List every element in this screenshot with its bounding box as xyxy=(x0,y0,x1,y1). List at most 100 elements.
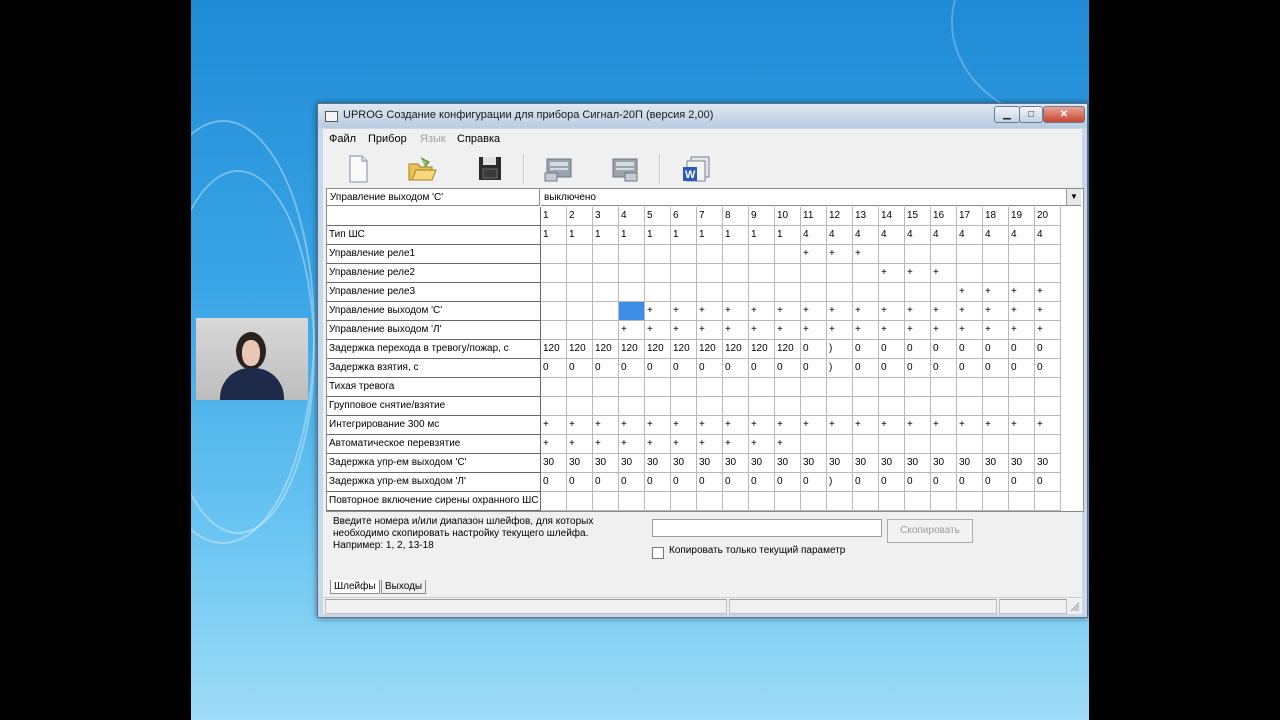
grid-cell[interactable]: 120 xyxy=(723,340,749,359)
grid-cell[interactable]: 0 xyxy=(1009,340,1035,359)
column-header[interactable]: 4 xyxy=(619,207,645,226)
grid-cell[interactable]: + xyxy=(541,435,567,454)
grid-cell[interactable]: 0 xyxy=(567,473,593,492)
grid-cell[interactable] xyxy=(697,397,723,416)
grid-cell[interactable]: 0 xyxy=(879,359,905,378)
grid-cell[interactable]: 0 xyxy=(957,473,983,492)
copy-loops-input[interactable] xyxy=(652,519,882,537)
column-header[interactable]: 18 xyxy=(983,207,1009,226)
grid-cell[interactable]: 0 xyxy=(749,473,775,492)
grid-cell[interactable] xyxy=(593,283,619,302)
grid-cell[interactable] xyxy=(697,378,723,397)
grid-cell[interactable] xyxy=(593,245,619,264)
grid-cell[interactable] xyxy=(775,378,801,397)
column-header[interactable]: 15 xyxy=(905,207,931,226)
grid-cell[interactable] xyxy=(1009,435,1035,454)
export-word-icon[interactable]: W xyxy=(679,153,713,185)
grid-cell[interactable]: 30 xyxy=(827,454,853,473)
grid-cell[interactable] xyxy=(671,245,697,264)
grid-cell[interactable] xyxy=(697,492,723,511)
grid-cell[interactable]: + xyxy=(645,435,671,454)
grid-cell[interactable] xyxy=(541,302,567,321)
grid-cell[interactable] xyxy=(905,492,931,511)
grid-cell[interactable]: + xyxy=(697,321,723,340)
grid-cell[interactable] xyxy=(593,378,619,397)
menu-device[interactable]: Прибор xyxy=(368,133,407,145)
grid-cell[interactable]: 1 xyxy=(619,226,645,245)
grid-cell[interactable] xyxy=(749,492,775,511)
row-label[interactable]: Задержка взятия, с xyxy=(327,359,541,378)
grid-cell[interactable] xyxy=(1035,245,1061,264)
column-header[interactable]: 12 xyxy=(827,207,853,226)
grid-cell[interactable]: 120 xyxy=(567,340,593,359)
grid-cell[interactable]: 30 xyxy=(697,454,723,473)
grid-cell[interactable] xyxy=(827,264,853,283)
grid-cell[interactable]: + xyxy=(723,321,749,340)
grid-cell[interactable] xyxy=(853,435,879,454)
grid-cell[interactable]: + xyxy=(1009,321,1035,340)
grid-cell[interactable] xyxy=(541,378,567,397)
grid-cell[interactable]: + xyxy=(1035,416,1061,435)
grid-cell[interactable]: 30 xyxy=(983,454,1009,473)
grid-cell[interactable] xyxy=(723,283,749,302)
copy-button[interactable]: Скопировать xyxy=(887,519,973,543)
grid-cell[interactable]: 0 xyxy=(775,359,801,378)
column-header[interactable]: 20 xyxy=(1035,207,1061,226)
grid-cell[interactable]: 0 xyxy=(593,359,619,378)
grid-cell[interactable]: + xyxy=(931,302,957,321)
grid-cell[interactable] xyxy=(879,378,905,397)
grid-cell[interactable]: + xyxy=(1009,416,1035,435)
row-label[interactable]: Управление реле3 xyxy=(327,283,541,302)
grid-cell[interactable] xyxy=(801,264,827,283)
grid-cell[interactable]: + xyxy=(619,416,645,435)
grid-cell[interactable]: + xyxy=(957,302,983,321)
grid-cell[interactable] xyxy=(879,397,905,416)
grid-cell[interactable]: + xyxy=(749,302,775,321)
grid-cell[interactable] xyxy=(619,283,645,302)
grid-cell[interactable]: 30 xyxy=(645,454,671,473)
grid-cell[interactable] xyxy=(801,283,827,302)
grid-cell[interactable] xyxy=(853,378,879,397)
grid-cell[interactable]: 1 xyxy=(567,226,593,245)
grid-cell[interactable] xyxy=(801,397,827,416)
grid-cell[interactable]: + xyxy=(593,416,619,435)
grid-cell[interactable]: 0 xyxy=(749,359,775,378)
grid-cell[interactable]: 0 xyxy=(983,340,1009,359)
grid-cell[interactable] xyxy=(1035,492,1061,511)
column-header[interactable]: 1 xyxy=(541,207,567,226)
grid-cell[interactable] xyxy=(593,264,619,283)
grid-cell[interactable] xyxy=(1035,264,1061,283)
grid-cell[interactable] xyxy=(905,245,931,264)
grid-cell[interactable]: 4 xyxy=(801,226,827,245)
open-folder-icon[interactable] xyxy=(405,153,439,185)
grid-cell[interactable] xyxy=(671,397,697,416)
grid-cell[interactable] xyxy=(931,492,957,511)
row-label[interactable]: Задержка перехода в тревогу/пожар, с xyxy=(327,340,541,359)
grid-cell[interactable]: 1 xyxy=(671,226,697,245)
grid-cell[interactable] xyxy=(775,283,801,302)
menu-file[interactable]: Файл xyxy=(329,133,356,145)
grid-cell[interactable] xyxy=(905,397,931,416)
grid-cell[interactable]: + xyxy=(983,321,1009,340)
grid-cell[interactable]: 30 xyxy=(671,454,697,473)
grid-cell[interactable]: 30 xyxy=(567,454,593,473)
grid-cell[interactable] xyxy=(983,435,1009,454)
column-header[interactable]: 5 xyxy=(645,207,671,226)
grid-cell[interactable]: 0 xyxy=(775,473,801,492)
grid-cell[interactable] xyxy=(853,283,879,302)
grid-cell[interactable] xyxy=(567,264,593,283)
row-label[interactable]: Интегрирование 300 мс xyxy=(327,416,541,435)
grid-cell[interactable]: 30 xyxy=(775,454,801,473)
grid-cell[interactable]: ) xyxy=(827,340,853,359)
grid-cell[interactable] xyxy=(931,283,957,302)
chevron-down-icon[interactable]: ▼ xyxy=(1066,189,1081,205)
maximize-button[interactable]: □ xyxy=(1019,106,1043,123)
grid-cell[interactable] xyxy=(879,492,905,511)
grid-cell[interactable]: + xyxy=(983,416,1009,435)
column-header[interactable]: 6 xyxy=(671,207,697,226)
grid-cell[interactable]: 30 xyxy=(723,454,749,473)
grid-cell[interactable]: + xyxy=(801,321,827,340)
grid-cell[interactable] xyxy=(671,492,697,511)
grid-cell[interactable]: 1 xyxy=(723,226,749,245)
grid-cell[interactable]: 1 xyxy=(645,226,671,245)
